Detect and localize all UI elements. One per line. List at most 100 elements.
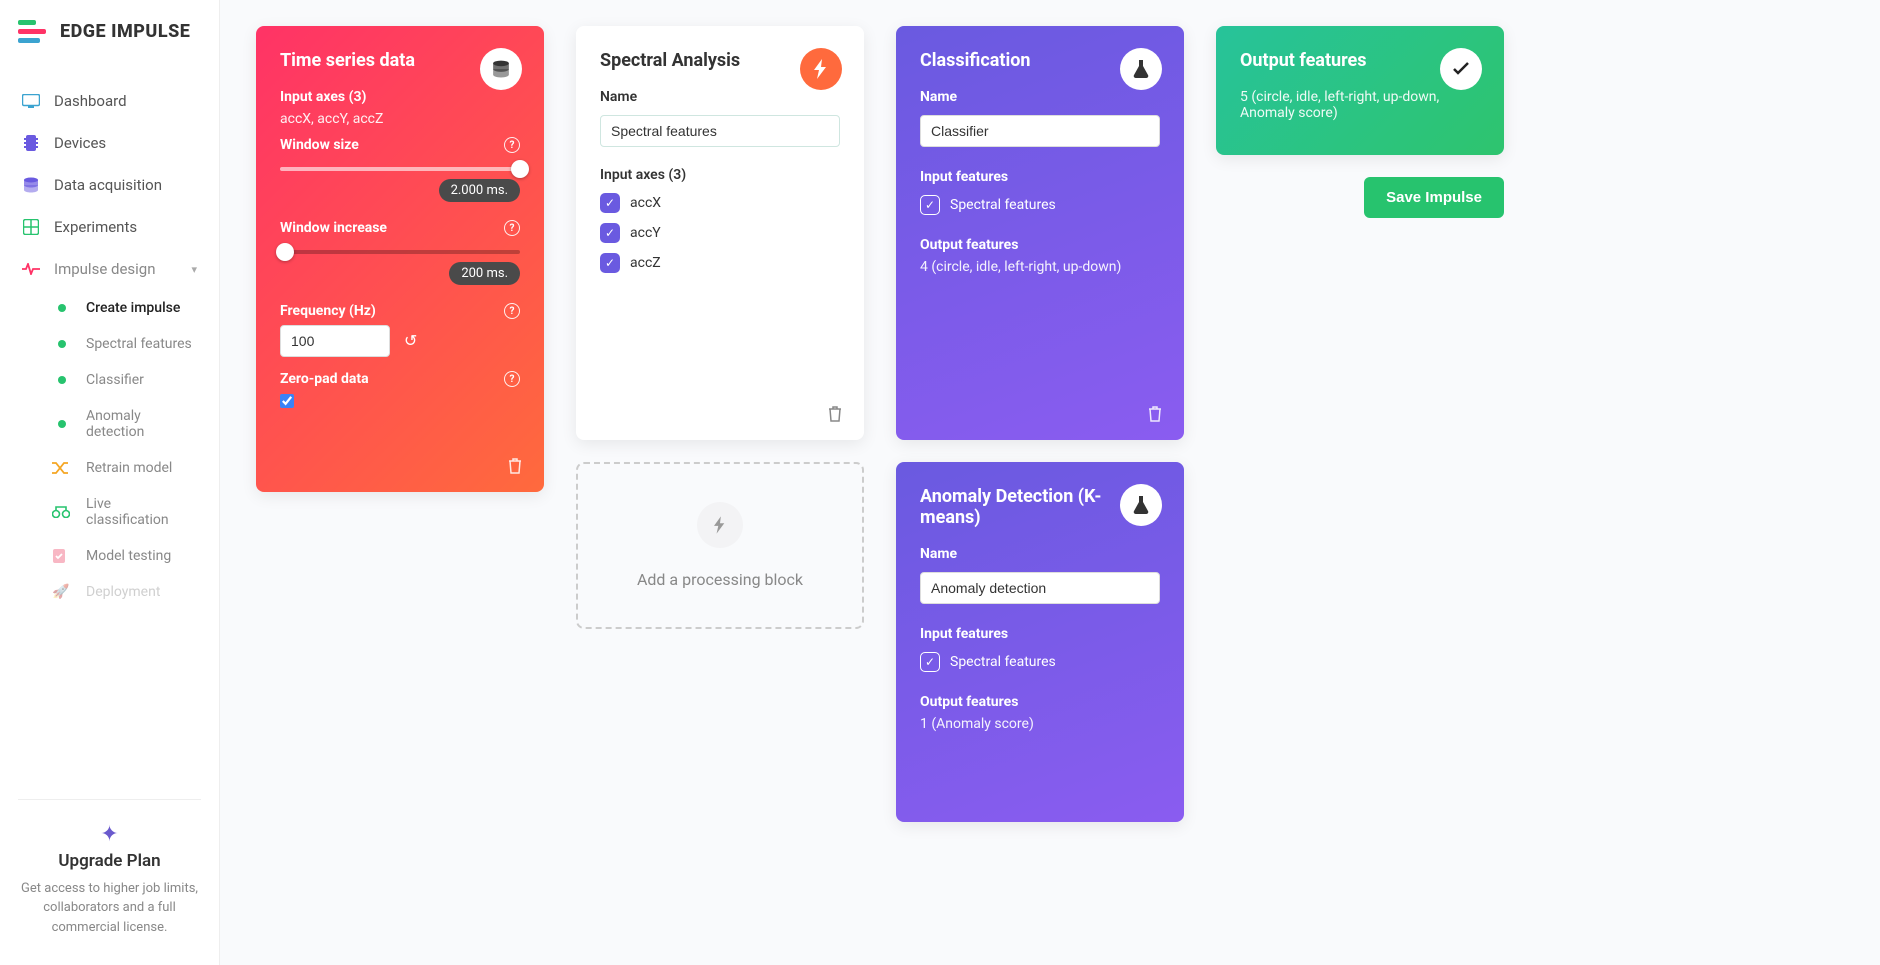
- dot-icon: [58, 340, 66, 348]
- sub-label: Deployment: [86, 584, 160, 600]
- slider-thumb[interactable]: [276, 243, 294, 261]
- sidebar-item-dashboard[interactable]: Dashboard: [0, 80, 219, 122]
- axis-row-accz[interactable]: ✓accZ: [600, 253, 840, 273]
- sidebar-label: Data acquisition: [54, 176, 162, 194]
- sub-item-retrain-model[interactable]: Retrain model: [0, 450, 219, 486]
- trash-icon[interactable]: [828, 406, 842, 422]
- main-canvas: Time series data Input axes (3) accX, ac…: [220, 0, 1880, 965]
- sub-item-spectral-features[interactable]: Spectral features: [0, 326, 219, 362]
- spectral-name-input[interactable]: [600, 115, 840, 147]
- sub-label: Classifier: [86, 372, 144, 388]
- reload-icon[interactable]: ↻: [404, 331, 417, 350]
- output-text: 5 (circle, idle, left-right, up-down, An…: [1240, 89, 1480, 121]
- window-increase-slider[interactable]: [280, 250, 520, 254]
- monitor-icon: [22, 92, 40, 110]
- slider-thumb[interactable]: [511, 160, 529, 178]
- sidebar-nav: Dashboard Devices Data acquisition Exper…: [0, 76, 219, 791]
- axis-row-accx[interactable]: ✓ accX: [600, 193, 840, 213]
- sidebar: EDGE IMPULSE Dashboard Devices Data acq: [0, 0, 220, 965]
- feature-label: Spectral features: [950, 197, 1056, 213]
- dot-icon: [58, 304, 66, 312]
- sidebar-label: Impulse design: [54, 260, 156, 278]
- input-features-label: Input features: [920, 626, 1160, 642]
- window-increase-value: 200 ms.: [449, 262, 520, 285]
- add-processing-block[interactable]: Add a processing block: [576, 462, 864, 629]
- checkbox-icon[interactable]: ✓: [600, 253, 620, 273]
- window-size-slider[interactable]: [280, 167, 520, 171]
- trash-icon[interactable]: [1148, 406, 1162, 422]
- sidebar-item-devices[interactable]: Devices: [0, 122, 219, 164]
- anomaly-name-input[interactable]: [920, 572, 1160, 604]
- input-axes-label: Input axes (3): [280, 89, 520, 105]
- pulse-icon: [22, 260, 40, 278]
- anomaly-card: Anomaly Detection (K-means) Name Input f…: [896, 462, 1184, 822]
- sidebar-item-data-acquisition[interactable]: Data acquisition: [0, 164, 219, 206]
- sub-item-model-testing[interactable]: Model testing: [0, 538, 219, 574]
- spectral-card: Spectral Analysis Name Input axes (3) ✓a…: [576, 26, 864, 440]
- frequency-label: Frequency (Hz) ?: [280, 303, 520, 319]
- sidebar-label: Devices: [54, 134, 106, 152]
- input-feature-row[interactable]: ✓Spectral features: [920, 652, 1160, 672]
- upgrade-text: Get access to higher job limits, collabo…: [18, 879, 201, 938]
- sidebar-item-experiments[interactable]: Experiments: [0, 206, 219, 248]
- sidebar-label: Dashboard: [54, 92, 127, 110]
- trash-icon[interactable]: [508, 458, 522, 474]
- checkbox-icon[interactable]: ✓: [600, 223, 620, 243]
- window-size-label: Window size ?: [280, 137, 520, 153]
- name-label: Name: [600, 89, 840, 105]
- input-feature-row[interactable]: ✓ Spectral features: [920, 195, 1160, 215]
- axis-row-accy[interactable]: ✓accY: [600, 223, 840, 243]
- grid-icon: [22, 218, 40, 236]
- sub-item-anomaly-detection[interactable]: Anomaly detection: [0, 398, 219, 450]
- zeropad-checkbox[interactable]: [280, 394, 294, 408]
- chip-icon: [22, 134, 40, 152]
- help-icon[interactable]: ?: [504, 371, 520, 387]
- brand-logo: EDGE IMPULSE: [0, 0, 219, 62]
- zeropad-label: Zero-pad data ?: [280, 371, 520, 387]
- sub-item-classifier[interactable]: Classifier: [0, 362, 219, 398]
- sub-label: Anomaly detection: [86, 408, 197, 440]
- help-icon[interactable]: ?: [504, 137, 520, 153]
- dot-icon: [58, 376, 66, 384]
- help-icon[interactable]: ?: [504, 303, 520, 319]
- input-features-label: Input features: [920, 169, 1160, 185]
- help-icon[interactable]: ?: [504, 220, 520, 236]
- check-icon: [1440, 48, 1482, 90]
- checkbox-icon[interactable]: ✓: [600, 193, 620, 213]
- shuffle-icon: [52, 461, 68, 475]
- database-icon: [480, 48, 522, 90]
- window-size-value: 2.000 ms.: [439, 179, 520, 202]
- bolt-icon: [697, 502, 743, 548]
- upgrade-panel: ✦ Upgrade Plan Get access to higher job …: [0, 808, 219, 965]
- output-features-label: Output features: [920, 694, 1160, 710]
- sub-item-live-classification[interactable]: Live classification: [0, 486, 219, 538]
- brand-text: EDGE IMPULSE: [60, 21, 190, 42]
- classifier-name-input[interactable]: [920, 115, 1160, 147]
- sub-label: Model testing: [86, 548, 171, 564]
- sub-label: Create impulse: [86, 300, 180, 316]
- sub-item-create-impulse[interactable]: Create impulse: [0, 290, 219, 326]
- flask-icon: [1120, 484, 1162, 526]
- database-icon: [22, 176, 40, 194]
- binoculars-icon: [52, 506, 70, 518]
- sub-item-deployment[interactable]: 🚀 Deployment: [0, 574, 219, 610]
- bolt-icon: [800, 48, 842, 90]
- output-features-value: 4 (circle, idle, left-right, up-down): [920, 259, 1160, 275]
- clipboard-icon: [52, 548, 66, 564]
- brand-icon: [18, 20, 50, 42]
- add-processing-label: Add a processing block: [637, 570, 803, 589]
- checkbox-icon[interactable]: ✓: [920, 195, 940, 215]
- window-increase-label: Window increase ?: [280, 220, 520, 236]
- dot-icon: [58, 420, 66, 428]
- output-card: Output features 5 (circle, idle, left-ri…: [1216, 26, 1504, 155]
- input-axes-label: Input axes (3): [600, 167, 840, 183]
- flask-icon: [1120, 48, 1162, 90]
- divider: [18, 799, 201, 800]
- sidebar-item-impulse-design[interactable]: Impulse design ▾: [0, 248, 219, 290]
- axis-label: accX: [630, 195, 661, 211]
- save-impulse-button[interactable]: Save Impulse: [1364, 177, 1504, 218]
- frequency-input[interactable]: [280, 325, 390, 357]
- name-label: Name: [920, 89, 1160, 105]
- checkbox-icon[interactable]: ✓: [920, 652, 940, 672]
- sub-label: Live classification: [86, 496, 197, 528]
